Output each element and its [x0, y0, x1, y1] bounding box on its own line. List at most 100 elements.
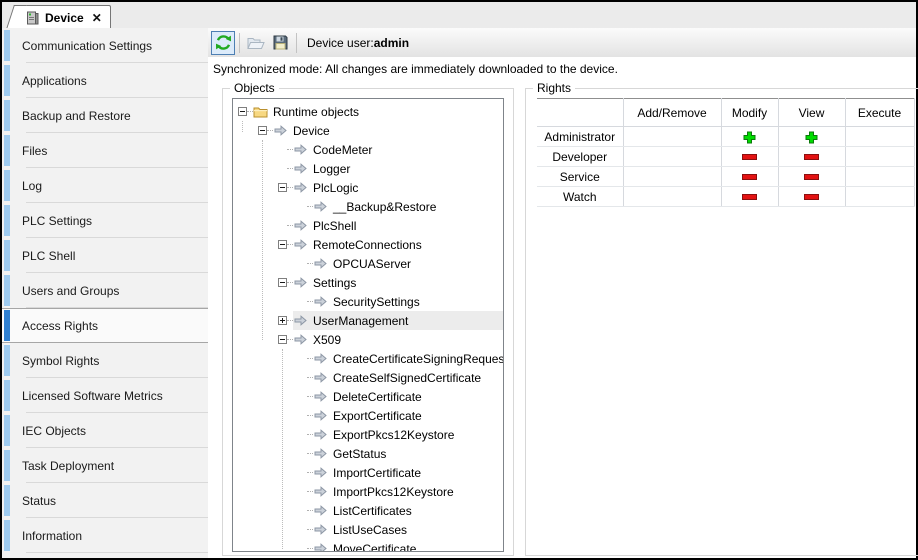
tree-item-content[interactable]: MoveCertificate [313, 539, 503, 552]
tree-item-listcertificates[interactable]: ListCertificates [233, 501, 503, 520]
tree-item-content[interactable]: DeleteCertificate [313, 387, 503, 406]
tree-item-content[interactable]: PlcLogic [293, 178, 503, 197]
sidebar-item-access-rights[interactable]: Access Rights [2, 308, 208, 343]
tree-item-content[interactable]: Logger [293, 159, 503, 178]
editor-sections-sidebar: Communication SettingsApplicationsBackup… [2, 28, 209, 558]
rights-cell-watch-view[interactable] [778, 187, 845, 207]
tree-item-usermanagement[interactable]: UserManagement [233, 311, 503, 330]
tree-item-importpkcs12keystore[interactable]: ImportPkcs12Keystore [233, 482, 503, 501]
sidebar-item-licensed-software-metrics[interactable]: Licensed Software Metrics [2, 378, 208, 413]
tree-item-content[interactable]: Device [273, 121, 503, 140]
sidebar-item-symbol-rights[interactable]: Symbol Rights [2, 343, 208, 378]
sidebar-item-iec-objects[interactable]: IEC Objects [2, 413, 208, 448]
tree-item-content[interactable]: ListUseCases [313, 520, 503, 539]
tree-item-logger[interactable]: Logger [233, 159, 503, 178]
tree-item-device[interactable]: Device [233, 121, 503, 140]
rights-cell-service-add-remove[interactable] [623, 167, 721, 187]
tree-item-exportcertificate[interactable]: ExportCertificate [233, 406, 503, 425]
tree-item-movecertificate[interactable]: MoveCertificate [233, 539, 503, 552]
rights-cell-administrator-add-remove[interactable] [623, 127, 721, 147]
rights-cell-developer-view[interactable] [778, 147, 845, 167]
collapse-minus-icon[interactable] [278, 278, 287, 287]
tree-item-createselfsignedcertificate[interactable]: CreateSelfSignedCertificate [233, 368, 503, 387]
sidebar-item-files[interactable]: Files [2, 133, 208, 168]
tree-item-content[interactable]: ExportCertificate [313, 406, 503, 425]
runtime-object-arrow-icon [273, 125, 288, 136]
tree-item-content[interactable]: __Backup&Restore [313, 197, 503, 216]
tree-item-backup-restore[interactable]: __Backup&Restore [233, 197, 503, 216]
tree-item-createcertificatesigningrequest[interactable]: CreateCertificateSigningRequest [233, 349, 503, 368]
tree-item-content[interactable]: RemoteConnections [293, 235, 503, 254]
collapse-minus-icon[interactable] [278, 183, 287, 192]
tree-item-content[interactable]: ImportCertificate [313, 463, 503, 482]
rights-cell-administrator-execute[interactable] [845, 127, 914, 147]
rights-cell-developer-execute[interactable] [845, 147, 914, 167]
tree-item-label: DeleteCertificate [333, 390, 422, 404]
tree-item-content[interactable]: SecuritySettings [313, 292, 503, 311]
tree-item-content[interactable]: CreateCertificateSigningRequest [313, 349, 503, 368]
sidebar-item-task-deployment[interactable]: Task Deployment [2, 448, 208, 483]
rights-cell-administrator-modify[interactable] [721, 127, 778, 147]
tab-device[interactable]: Device ✕ [16, 5, 111, 29]
rights-cell-developer-modify[interactable] [721, 147, 778, 167]
tree-item-remoteconnections[interactable]: RemoteConnections [233, 235, 503, 254]
sidebar-item-applications[interactable]: Applications [2, 63, 208, 98]
sidebar-item-plc-settings[interactable]: PLC Settings [2, 203, 208, 238]
tree-item-exportpkcs12keystore[interactable]: ExportPkcs12Keystore [233, 425, 503, 444]
sidebar-item-plc-shell[interactable]: PLC Shell [2, 238, 208, 273]
rights-cell-watch-add-remove[interactable] [623, 187, 721, 207]
tree-item-content[interactable]: ImportPkcs12Keystore [313, 482, 503, 501]
tree-item-listusecases[interactable]: ListUseCases [233, 520, 503, 539]
tree-item-content[interactable]: PlcShell [293, 216, 503, 235]
tree-item-settings[interactable]: Settings [233, 273, 503, 292]
expand-plus-icon[interactable] [278, 316, 287, 325]
rights-cell-administrator-view[interactable] [778, 127, 845, 147]
tree-item-content[interactable]: UserManagement [293, 311, 503, 330]
tree-item-runtime-objects[interactable]: Runtime objects [233, 102, 503, 121]
tab-close-icon[interactable]: ✕ [92, 11, 102, 25]
open-users-file-button[interactable] [244, 31, 268, 55]
sidebar-item-backup-and-restore[interactable]: Backup and Restore [2, 98, 208, 133]
tree-item-content[interactable]: CodeMeter [293, 140, 503, 159]
tree-item-securitysettings[interactable]: SecuritySettings [233, 292, 503, 311]
tree-item-label: CreateSelfSignedCertificate [333, 371, 481, 385]
tree-item-content[interactable]: GetStatus [313, 444, 503, 463]
rights-cell-developer-add-remove[interactable] [623, 147, 721, 167]
tree-item-importcertificate[interactable]: ImportCertificate [233, 463, 503, 482]
tree-item-content[interactable]: X509 [293, 330, 503, 349]
rights-cell-service-modify[interactable] [721, 167, 778, 187]
sidebar-item-information[interactable]: Information [2, 518, 208, 553]
tree-item-content[interactable]: ExportPkcs12Keystore [313, 425, 503, 444]
tree-item-content[interactable]: ListCertificates [313, 501, 503, 520]
tree-item-codemeter[interactable]: CodeMeter [233, 140, 503, 159]
tree-item-plclogic[interactable]: PlcLogic [233, 178, 503, 197]
runtime-object-arrow-icon [293, 277, 308, 288]
collapse-minus-icon[interactable] [278, 335, 287, 344]
collapse-minus-icon[interactable] [278, 240, 287, 249]
sidebar-item-label: Log [22, 179, 42, 193]
tree-item-content[interactable]: Settings [293, 273, 503, 292]
objects-tree[interactable]: Runtime objectsDeviceCodeMeterLoggerPlcL… [232, 98, 504, 552]
tree-item-deletecertificate[interactable]: DeleteCertificate [233, 387, 503, 406]
collapse-minus-icon[interactable] [238, 107, 247, 116]
runtime-object-arrow-icon [313, 429, 328, 440]
runtime-object-arrow-icon [293, 220, 308, 231]
collapse-minus-icon[interactable] [258, 126, 267, 135]
refresh-button[interactable] [211, 31, 235, 55]
tree-item-content[interactable]: CreateSelfSignedCertificate [313, 368, 503, 387]
tree-item-content[interactable]: Runtime objects [253, 102, 503, 121]
tree-item-opcuaserver[interactable]: OPCUAServer [233, 254, 503, 273]
tree-item-content[interactable]: OPCUAServer [313, 254, 503, 273]
rights-cell-watch-execute[interactable] [845, 187, 914, 207]
rights-cell-service-view[interactable] [778, 167, 845, 187]
sidebar-item-communication-settings[interactable]: Communication Settings [2, 28, 208, 63]
tree-item-x509[interactable]: X509 [233, 330, 503, 349]
rights-cell-watch-modify[interactable] [721, 187, 778, 207]
rights-cell-service-execute[interactable] [845, 167, 914, 187]
sidebar-item-status[interactable]: Status [2, 483, 208, 518]
tree-item-plcshell[interactable]: PlcShell [233, 216, 503, 235]
sidebar-item-log[interactable]: Log [2, 168, 208, 203]
sidebar-item-users-and-groups[interactable]: Users and Groups [2, 273, 208, 308]
save-users-file-button[interactable] [268, 31, 292, 55]
tree-item-getstatus[interactable]: GetStatus [233, 444, 503, 463]
